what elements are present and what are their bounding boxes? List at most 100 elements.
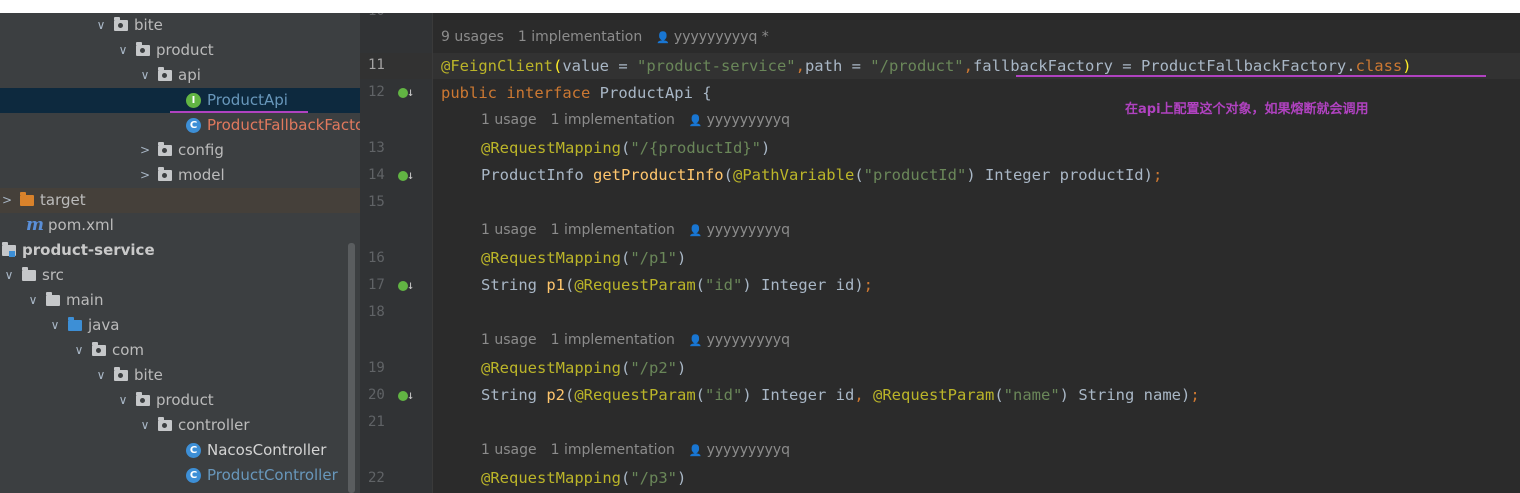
author-hint[interactable]: yyyyyyyyyq — [707, 442, 790, 458]
tree-item-label: src — [42, 266, 64, 284]
line-number-gutter: 10 11 12 ↓ 13 14 ↓ 15 16 17 ↓ 18 19 20 ↓… — [360, 13, 433, 493]
implementations-hint[interactable]: 1 implementation — [551, 442, 675, 458]
chevron-down-icon[interactable]: ∨ — [116, 38, 130, 63]
line-number: 16 — [368, 250, 385, 266]
code-line-20: String p2(@RequestParam("id") Integer id… — [481, 386, 1200, 404]
chevron-down-icon[interactable]: ∨ — [138, 413, 152, 438]
usages-hint[interactable]: 1 usage — [481, 112, 537, 128]
implemented-icon[interactable]: ↓ — [398, 388, 414, 405]
chevron-down-icon[interactable]: ∨ — [26, 288, 40, 313]
code-editor[interactable]: 9 usages 1 implementation 👤 yyyyyyyyyq * @F… — [433, 13, 1520, 493]
code-line-12: public interface ProductApi { — [441, 84, 712, 102]
code-line-17: String p1(@RequestParam("id") Integer id… — [481, 276, 874, 294]
package-folder-icon — [158, 417, 172, 431]
folder-icon — [46, 292, 60, 306]
line-number: 19 — [368, 360, 385, 376]
code-line-13: @RequestMapping("/{productId}") — [481, 139, 771, 157]
tree-item-product[interactable]: ∨ product — [0, 38, 360, 63]
usages-hint[interactable]: 1 usage — [481, 442, 537, 458]
chevron-right-icon[interactable]: > — [138, 138, 152, 163]
usages-hint[interactable]: 9 usages — [441, 29, 504, 45]
tree-item-target[interactable]: > target — [0, 188, 360, 213]
package-folder-icon — [136, 42, 150, 56]
user-icon: 👤 — [688, 444, 703, 457]
tree-item-label: controller — [178, 416, 250, 434]
tree-item-nacoscontroller[interactable]: C NacosController — [0, 438, 360, 463]
tree-item-label: ProductFallbackFactory — [207, 116, 360, 134]
code-line-22: @RequestMapping("/p3") — [481, 469, 687, 487]
implementations-hint[interactable]: 1 implementation — [551, 112, 675, 128]
implementations-hint[interactable]: 1 implementation — [551, 222, 675, 238]
chevron-down-icon[interactable]: ∨ — [72, 338, 86, 363]
implemented-icon[interactable]: ↓ — [398, 85, 414, 102]
maven-icon: m — [26, 215, 44, 235]
tree-item-productapi[interactable]: I ProductApi — [0, 88, 360, 113]
tree-scrollbar[interactable] — [348, 243, 355, 493]
tree-item-api[interactable]: ∨ api — [0, 63, 360, 88]
usages-hint[interactable]: 1 usage — [481, 222, 537, 238]
chevron-down-icon[interactable]: ∨ — [116, 388, 130, 413]
chevron-down-icon[interactable]: ∨ — [94, 363, 108, 388]
tree-item-main[interactable]: ∨ main — [0, 288, 360, 313]
chevron-down-icon[interactable]: ∨ — [48, 313, 62, 338]
tree-item-src[interactable]: ∨ src — [0, 263, 360, 288]
tree-item-com[interactable]: ∨ com — [0, 338, 360, 363]
tree-item-productfallbackfactory[interactable]: C ProductFallbackFactory — [0, 113, 360, 138]
line-number: 10 — [368, 13, 396, 19]
tree-item-model[interactable]: > model — [0, 163, 360, 188]
tree-item-productcontroller[interactable]: C ProductController — [0, 463, 360, 488]
package-folder-icon — [114, 367, 128, 381]
tree-item-pom-xml[interactable]: m pom.xml — [0, 213, 360, 238]
line-number: 13 — [368, 140, 385, 156]
implementations-hint[interactable]: 1 implementation — [551, 332, 675, 348]
tree-item-label: ProductController — [207, 466, 338, 484]
tree-item-label: bite — [134, 16, 163, 34]
author-hint[interactable]: yyyyyyyyyq — [707, 112, 790, 128]
chevron-down-icon[interactable]: ∨ — [94, 13, 108, 38]
line-number: 11 — [368, 57, 385, 73]
tree-item-product-2[interactable]: ∨ product — [0, 388, 360, 413]
tree-item-label: product — [156, 391, 214, 409]
purple-underline-mark — [1016, 75, 1486, 77]
line-number: 21 — [368, 414, 385, 430]
tree-item-label: com — [112, 341, 145, 359]
class-icon: C — [186, 468, 201, 483]
tree-item-label: model — [178, 166, 225, 184]
chevron-right-icon[interactable]: > — [138, 163, 152, 188]
tree-item-label: ProductApi — [207, 91, 288, 109]
implementations-hint[interactable]: 1 implementation — [518, 29, 642, 45]
line-number: 15 — [368, 194, 385, 210]
project-tree: ∨ bite ∨ product ∨ api I ProductApi C Product… — [0, 13, 360, 493]
package-folder-icon — [92, 342, 106, 356]
code-vision-hint[interactable]: 1 usage 1 implementation 👤 yyyyyyyyyq — [481, 440, 790, 460]
class-icon: C — [186, 118, 201, 133]
author-hint[interactable]: yyyyyyyyyq — [707, 222, 790, 238]
line-number: 20 — [368, 387, 385, 403]
usages-hint[interactable]: 1 usage — [481, 332, 537, 348]
chevron-right-icon[interactable]: > — [0, 188, 14, 213]
code-vision-hint[interactable]: 9 usages 1 implementation 👤 yyyyyyyyyq * — [441, 27, 769, 47]
code-vision-hint[interactable]: 1 usage 1 implementation 👤 yyyyyyyyyq — [481, 220, 790, 240]
user-icon: 👤 — [688, 224, 703, 237]
tree-item-bite[interactable]: ∨ bite — [0, 13, 360, 38]
tree-item-controller[interactable]: ∨ controller — [0, 413, 360, 438]
tree-item-java[interactable]: ∨ java — [0, 313, 360, 338]
tree-item-product-service[interactable]: product-service — [0, 238, 360, 263]
annotation-note: 在api上配置这个对象，如果熔断就会调用 — [1125, 102, 1369, 117]
tree-item-config[interactable]: > config — [0, 138, 360, 163]
line-number: 18 — [368, 304, 385, 320]
implemented-icon[interactable]: ↓ — [398, 168, 414, 185]
author-hint[interactable]: yyyyyyyyyq * — [674, 29, 769, 45]
tree-item-label: api — [178, 66, 201, 84]
folder-icon — [22, 267, 36, 281]
chevron-down-icon[interactable]: ∨ — [2, 263, 16, 288]
implemented-icon[interactable]: ↓ — [398, 278, 414, 295]
code-vision-hint[interactable]: 1 usage 1 implementation 👤 yyyyyyyyyq — [481, 330, 790, 350]
author-hint[interactable]: yyyyyyyyyq — [707, 332, 790, 348]
chevron-down-icon[interactable]: ∨ — [138, 63, 152, 88]
ide-window: ∨ bite ∨ product ∨ api I ProductApi C Product… — [0, 13, 1520, 493]
code-vision-hint[interactable]: 1 usage 1 implementation 👤 yyyyyyyyyq — [481, 110, 790, 130]
tree-item-label: product — [156, 41, 214, 59]
code-line-16: @RequestMapping("/p1") — [481, 249, 687, 267]
tree-item-bite-2[interactable]: ∨ bite — [0, 363, 360, 388]
